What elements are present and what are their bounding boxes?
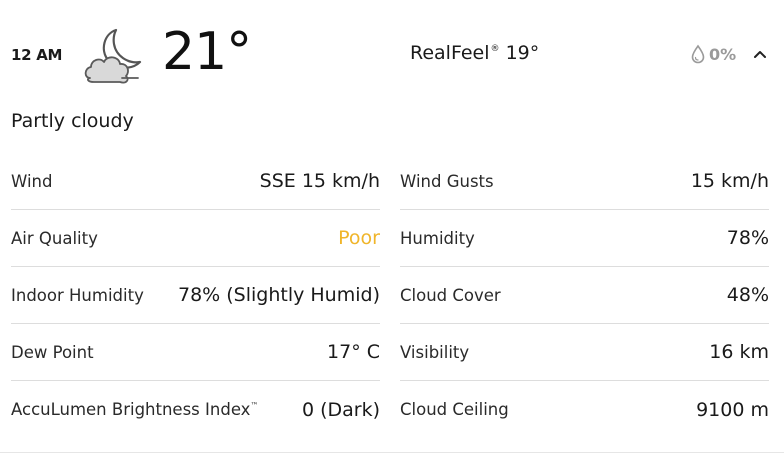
weather-phrase: Partly cloudy	[11, 110, 134, 132]
chevron-up-icon[interactable]	[750, 44, 770, 64]
detail-label: Wind	[11, 171, 53, 191]
realfeel-trademark: ®	[490, 44, 500, 54]
detail-row-dew-point: Dew Point 17° C	[11, 324, 380, 381]
forecast-time: 12 AM	[11, 46, 63, 64]
detail-value: 15 km/h	[690, 170, 769, 192]
details-column-left: Wind SSE 15 km/h Air Quality Poor Indoor…	[11, 153, 380, 438]
detail-row-wind: Wind SSE 15 km/h	[11, 153, 380, 210]
detail-label: Indoor Humidity	[11, 285, 144, 305]
detail-row-visibility: Visibility 16 km	[400, 324, 769, 381]
precipitation-value: 0%	[709, 44, 737, 64]
detail-row-wind-gusts: Wind Gusts 15 km/h	[400, 153, 769, 210]
brightness-label-text: AccuLumen Brightness Index	[11, 400, 251, 419]
detail-value: 78% (Slightly Humid)	[177, 284, 380, 306]
details-column-right: Wind Gusts 15 km/h Humidity 78% Cloud Co…	[400, 153, 769, 438]
detail-label: Air Quality	[11, 228, 98, 248]
air-quality-value[interactable]: Poor	[338, 227, 380, 249]
detail-label: Cloud Ceiling	[400, 400, 509, 419]
detail-row-indoor-humidity: Indoor Humidity 78% (Slightly Humid)	[11, 267, 380, 324]
detail-row-air-quality: Air Quality Poor	[11, 210, 380, 267]
detail-value: SSE 15 km/h	[259, 170, 380, 192]
section-divider	[0, 452, 784, 453]
temperature: 21°	[162, 22, 252, 82]
partly-cloudy-night-icon	[84, 28, 142, 84]
precipitation: 0%	[690, 44, 736, 64]
detail-label: Dew Point	[11, 342, 94, 362]
detail-row-humidity: Humidity 78%	[400, 210, 769, 267]
detail-value: 9100 m	[696, 398, 769, 421]
detail-row-brightness-index: AccuLumen Brightness Index™ 0 (Dark)	[11, 381, 380, 438]
detail-label: Visibility	[400, 342, 470, 362]
detail-row-cloud-ceiling: Cloud Ceiling 9100 m	[400, 381, 769, 438]
detail-value: 0 (Dark)	[301, 398, 380, 421]
raindrop-icon	[691, 44, 705, 64]
realfeel: RealFeel® 19°	[410, 42, 539, 64]
detail-value: 78%	[726, 227, 769, 249]
detail-label: Humidity	[400, 228, 475, 248]
detail-value: 17° C	[327, 341, 380, 363]
trademark-mark: ™	[250, 401, 259, 410]
detail-value: 48%	[726, 284, 769, 306]
detail-row-cloud-cover: Cloud Cover 48%	[400, 267, 769, 324]
detail-label: Wind Gusts	[400, 171, 494, 191]
details-grid: Wind SSE 15 km/h Air Quality Poor Indoor…	[11, 153, 769, 438]
hourly-forecast-header[interactable]: 12 AM 21° RealFeel® 19° 0%	[0, 0, 784, 110]
detail-label: AccuLumen Brightness Index™	[11, 400, 258, 419]
realfeel-value: 19°	[505, 42, 540, 64]
detail-label: Cloud Cover	[400, 285, 501, 305]
detail-value: 16 km	[709, 341, 769, 363]
realfeel-label: RealFeel	[410, 42, 490, 64]
